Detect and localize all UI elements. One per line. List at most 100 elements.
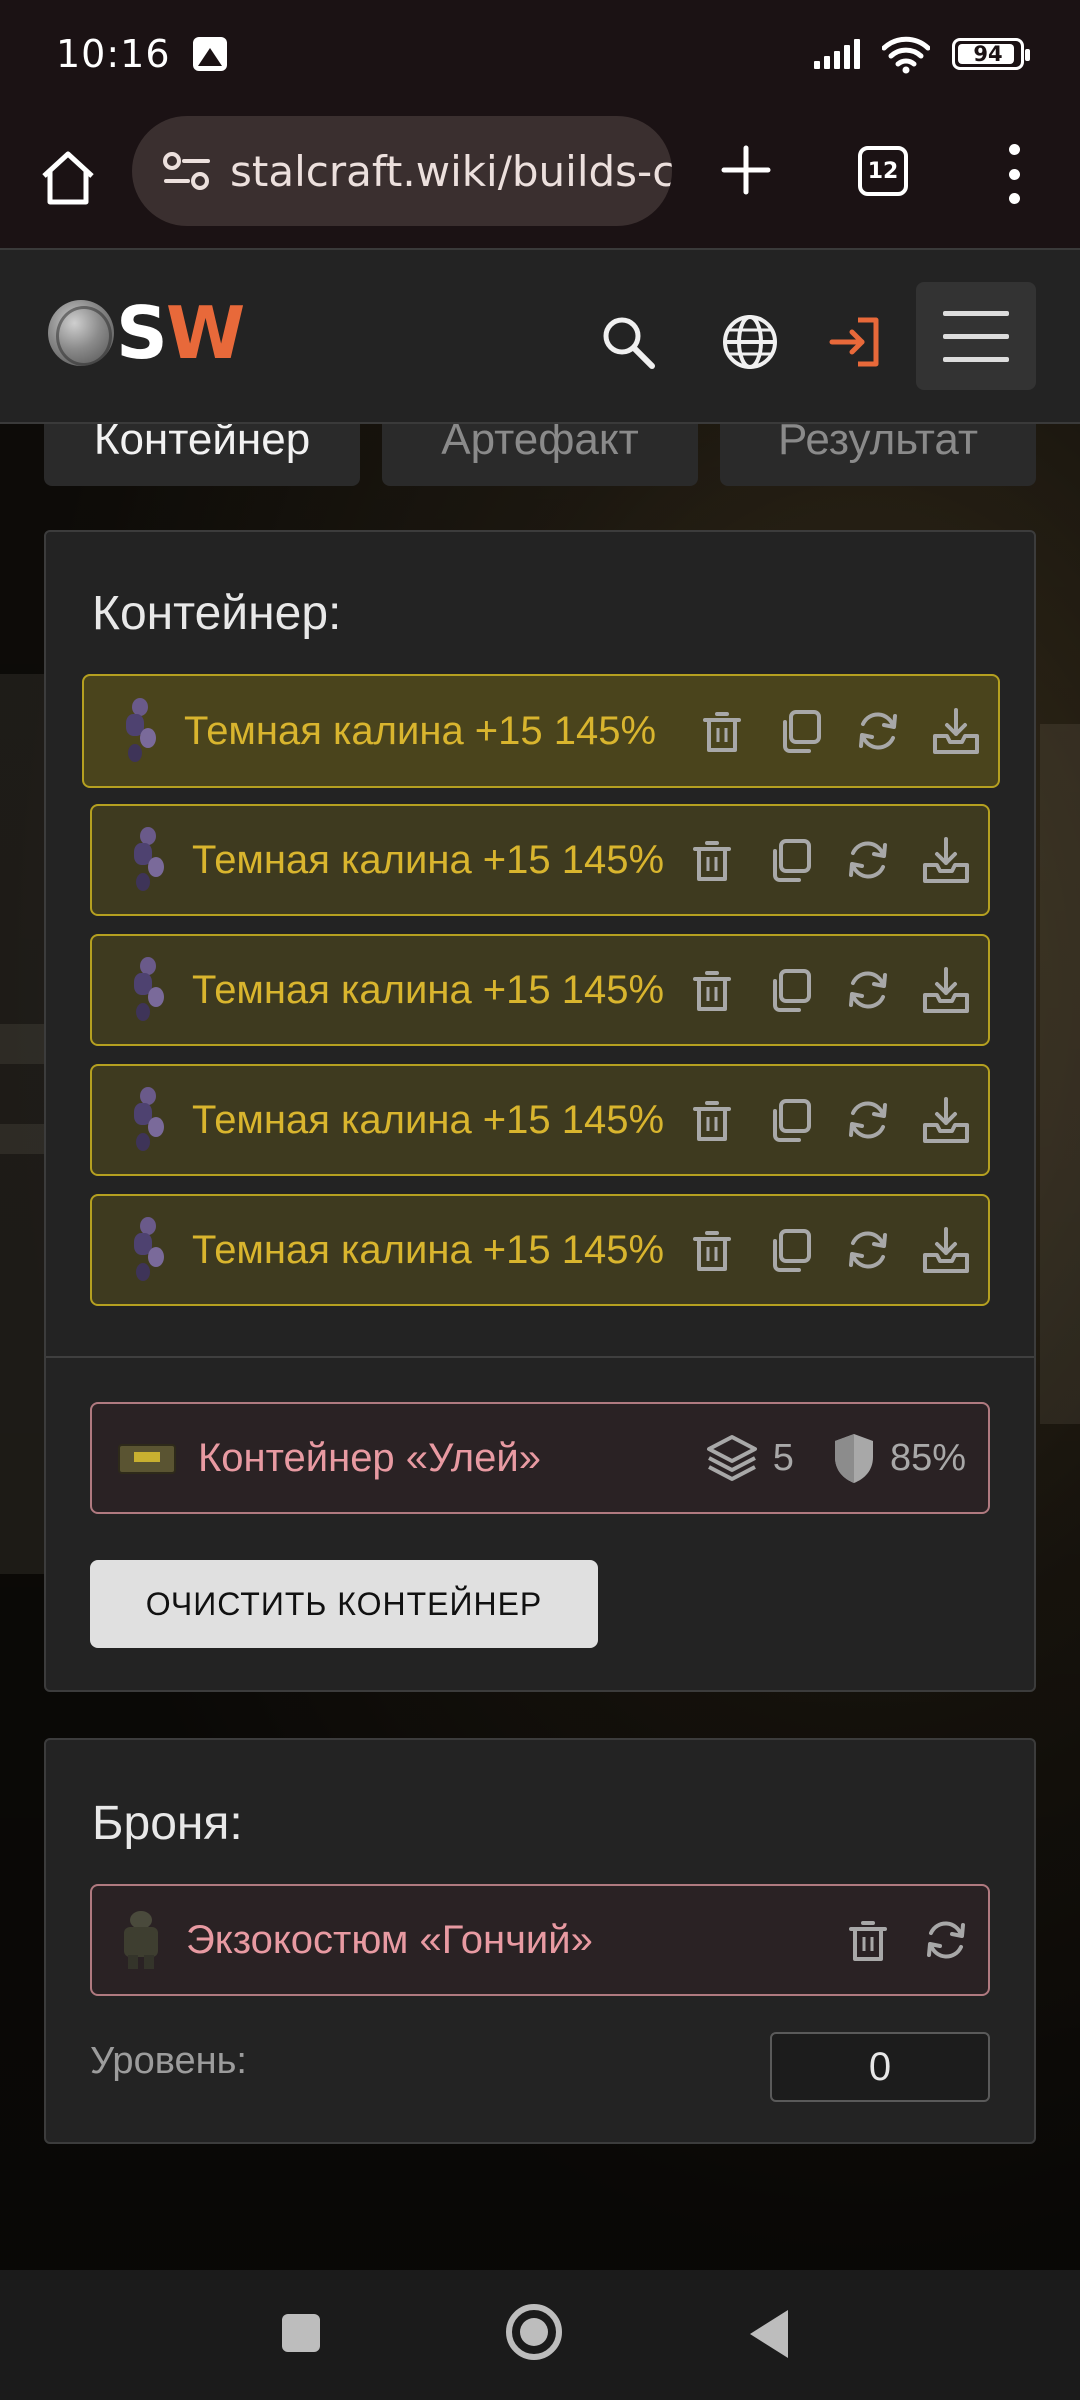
browser-menu-icon[interactable]: [1000, 144, 1028, 204]
login-icon[interactable]: [826, 312, 886, 372]
battery-level: 94: [973, 42, 1003, 66]
refresh-icon: [859, 712, 897, 750]
copy-icon: [783, 710, 821, 753]
artifact-image: [122, 698, 162, 764]
refresh-icon: [849, 971, 887, 1009]
tab-switcher-button[interactable]: 12: [858, 146, 908, 196]
search-icon[interactable]: [598, 312, 658, 372]
recents-button[interactable]: [282, 2314, 320, 2352]
container-protection: 85%: [889, 1436, 966, 1479]
artifact-slot[interactable]: Темная калина +15 145%: [90, 1064, 990, 1176]
replace-button[interactable]: [850, 703, 906, 759]
armor-image: [118, 1911, 164, 1969]
home-button[interactable]: [506, 2304, 562, 2360]
trash-icon: [703, 712, 741, 752]
artifact-name: Темная калина +15 145%: [192, 837, 665, 882]
download-button[interactable]: [918, 962, 974, 1018]
container-name: Контейнер «Улей»: [198, 1435, 541, 1480]
copy-button[interactable]: [772, 703, 828, 759]
tab-result[interactable]: Результат: [720, 424, 1036, 486]
delete-button[interactable]: [684, 1092, 740, 1148]
shield-icon: [834, 1434, 873, 1483]
back-button[interactable]: [750, 2310, 788, 2358]
artifact-slot[interactable]: Темная калина +15 145%: [82, 674, 1000, 788]
panel-title: Броня:: [92, 1797, 243, 1850]
download-icon: [923, 1097, 969, 1143]
globe-language-icon[interactable]: [720, 312, 780, 372]
artifact-slot[interactable]: Темная калина +15 145%: [90, 1194, 990, 1306]
container-image: [118, 1436, 176, 1480]
copy-button[interactable]: [762, 832, 818, 888]
level-input[interactable]: [770, 2032, 990, 2102]
artifact-actions: [684, 1066, 974, 1174]
download-icon: [923, 967, 969, 1013]
download-button[interactable]: [918, 1222, 974, 1278]
artifact-name: Темная калина +15 145%: [184, 708, 657, 753]
delete-button[interactable]: [684, 962, 740, 1018]
trash-icon: [693, 1101, 731, 1141]
new-tab-icon[interactable]: [714, 138, 778, 202]
tab-label: Результат: [777, 424, 979, 464]
site-header: SW: [0, 248, 1080, 424]
logo-letter-s: S: [116, 291, 168, 375]
download-icon: [923, 1227, 969, 1273]
refresh-icon: [849, 841, 887, 879]
clear-container-button[interactable]: ОЧИСТИТЬ КОНТЕЙНЕР: [90, 1560, 598, 1648]
tab-label: Контейнер: [93, 424, 311, 464]
download-icon: [933, 708, 979, 754]
artifact-actions: [694, 676, 984, 786]
delete-button[interactable]: [684, 832, 740, 888]
container-panel: Контейнер: Темная калина +15 145% Темная…: [44, 530, 1036, 1692]
download-button[interactable]: [928, 703, 984, 759]
artifact-slot[interactable]: Темная калина +15 145%: [90, 934, 990, 1046]
site-logo[interactable]: SW: [48, 297, 245, 369]
download-button[interactable]: [918, 1092, 974, 1148]
download-button[interactable]: [918, 832, 974, 888]
replace-button[interactable]: [918, 1912, 974, 1968]
hamburger-menu-button[interactable]: [916, 282, 1036, 390]
tab-artifact[interactable]: Артефакт: [382, 424, 698, 486]
armor-item[interactable]: Экзокостюм «Гончий»: [90, 1884, 990, 1996]
logo-letter-w: W: [165, 291, 245, 375]
delete-button[interactable]: [684, 1222, 740, 1278]
container-stats: 5 85%: [705, 1404, 966, 1512]
download-icon: [923, 837, 969, 883]
divider: [46, 1356, 1034, 1358]
artifact-name: Темная калина +15 145%: [192, 1097, 665, 1142]
artifact-slot[interactable]: Темная калина +15 145%: [90, 804, 990, 916]
system-navigation-bar: [0, 2270, 1080, 2400]
delete-button[interactable]: [840, 1912, 896, 1968]
layers-icon: [706, 1435, 757, 1481]
copy-button[interactable]: [762, 962, 818, 1018]
artifact-image: [130, 1217, 170, 1283]
gallery-notification-icon: [192, 37, 227, 71]
refresh-icon: [849, 1231, 887, 1269]
home-icon[interactable]: [36, 146, 100, 210]
artifact-image: [130, 957, 170, 1023]
tab-container[interactable]: Контейнер: [44, 424, 360, 486]
wiki-globe-icon: [48, 300, 114, 366]
artifact-image: [130, 827, 170, 893]
delete-button[interactable]: [694, 703, 750, 759]
status-time: 10:16: [56, 32, 171, 76]
copy-button[interactable]: [762, 1222, 818, 1278]
container-item[interactable]: Контейнер «Улей» 5 85%: [90, 1402, 990, 1514]
trash-icon: [693, 971, 731, 1011]
signal-icon: [814, 39, 860, 69]
screen: 10:16 94 stalcraft.wiki/builds-ca 12 SW …: [0, 0, 1080, 2400]
refresh-icon: [927, 1921, 965, 1959]
wifi-icon: [882, 36, 930, 74]
url-text: stalcraft.wiki/builds-ca: [230, 146, 672, 196]
copy-button[interactable]: [762, 1092, 818, 1148]
address-bar[interactable]: stalcraft.wiki/builds-ca: [132, 116, 672, 226]
site-settings-icon[interactable]: [162, 149, 212, 193]
artifact-actions: [684, 1196, 974, 1304]
status-icons: 94: [814, 34, 1030, 74]
replace-button[interactable]: [840, 1092, 896, 1148]
copy-icon: [773, 839, 811, 882]
replace-button[interactable]: [840, 962, 896, 1018]
browser-toolbar: stalcraft.wiki/builds-ca 12: [0, 108, 1080, 248]
battery-icon: 94: [952, 38, 1030, 70]
replace-button[interactable]: [840, 1222, 896, 1278]
replace-button[interactable]: [840, 832, 896, 888]
